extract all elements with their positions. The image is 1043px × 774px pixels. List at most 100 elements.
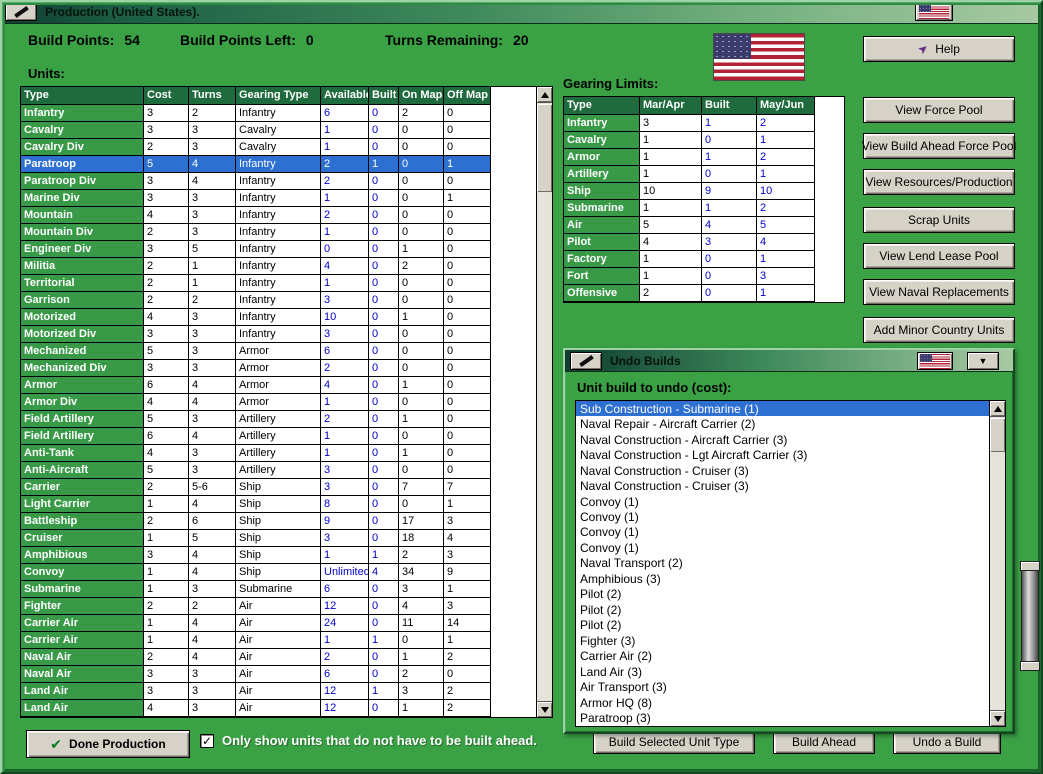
units-row[interactable]: Engineer Div 3 5 Infantry 0 0 1 0 bbox=[21, 241, 552, 258]
undo-list-item[interactable]: Naval Construction - Aircraft Carrier (3… bbox=[576, 432, 989, 447]
units-row[interactable]: Mountain Div 2 3 Infantry 1 0 0 0 bbox=[21, 224, 552, 241]
units-row[interactable]: Carrier Air 1 4 Air 1 1 0 1 bbox=[21, 632, 552, 649]
done-production-button[interactable]: ✔ Done Production bbox=[26, 730, 190, 758]
undo-collapse-button[interactable]: ▼ bbox=[967, 352, 999, 370]
side-button-view-naval-replacements[interactable]: View Naval Replacements bbox=[863, 279, 1015, 305]
units-cell: 0 bbox=[444, 224, 491, 241]
undo-list-item[interactable]: Paratroop (3) bbox=[576, 710, 989, 725]
undo-list-item[interactable]: Naval Transport (2) bbox=[576, 556, 989, 571]
units-row[interactable]: Field Artillery 6 4 Artillery 1 0 0 0 bbox=[21, 428, 552, 445]
units-cell: Ship bbox=[236, 513, 321, 530]
undo-list-item[interactable]: Carrier Air (2) bbox=[576, 649, 989, 664]
units-row[interactable]: Paratroop 5 4 Infantry 2 1 0 1 bbox=[21, 156, 552, 173]
units-cell: 34 bbox=[399, 564, 444, 581]
undo-list-item[interactable]: Convoy (1) bbox=[576, 509, 989, 524]
undo-list-item[interactable]: Convoy (1) bbox=[576, 540, 989, 555]
units-row[interactable]: Cruiser 1 5 Ship 3 0 18 4 bbox=[21, 530, 552, 547]
units-row[interactable]: Garrison 2 2 Infantry 3 0 0 0 bbox=[21, 292, 552, 309]
units-row[interactable]: Anti-Aircraft 5 3 Artillery 3 0 0 0 bbox=[21, 462, 552, 479]
undo-scrollbar[interactable] bbox=[989, 401, 1005, 726]
units-row[interactable]: Fighter 2 2 Air 12 0 4 3 bbox=[21, 598, 552, 615]
side-button-view-lend-lease-pool[interactable]: View Lend Lease Pool bbox=[863, 243, 1015, 269]
units-cell: 0 bbox=[444, 241, 491, 258]
units-row[interactable]: Carrier Air 1 4 Air 24 0 11 14 bbox=[21, 615, 552, 632]
units-row[interactable]: Submarine 1 3 Submarine 6 0 3 1 bbox=[21, 581, 552, 598]
undo-list-item[interactable]: Naval Repair - Aircraft Carrier (2) bbox=[576, 416, 989, 431]
units-cell: Infantry bbox=[236, 275, 321, 292]
units-row[interactable]: Marine Div 3 3 Infantry 1 0 0 1 bbox=[21, 190, 552, 207]
side-button-view-build-ahead-force-pool[interactable]: View Build Ahead Force Pool bbox=[862, 133, 1016, 159]
units-cell: 1 bbox=[444, 156, 491, 173]
units-row[interactable]: Naval Air 3 3 Air 6 0 2 0 bbox=[21, 666, 552, 683]
units-scroll-up-button[interactable] bbox=[537, 87, 552, 103]
undo-list-item[interactable]: Land Air (3) bbox=[576, 664, 989, 679]
units-cell: 2 bbox=[144, 649, 189, 666]
undo-list-item[interactable]: Air Transport (3) bbox=[576, 679, 989, 694]
units-scrollbar[interactable] bbox=[536, 87, 552, 717]
units-row[interactable]: Convoy 1 4 Ship Unlimited 4 34 9 bbox=[21, 564, 552, 581]
undo-list-item[interactable]: Convoy (1) bbox=[576, 494, 989, 509]
units-row[interactable]: Infantry 3 2 Infantry 6 0 2 0 bbox=[21, 105, 552, 122]
units-row[interactable]: Militia 2 1 Infantry 4 0 2 0 bbox=[21, 258, 552, 275]
side-button-view-resources-production[interactable]: View Resources/Production bbox=[863, 169, 1015, 195]
units-cell: 1 bbox=[369, 632, 399, 649]
units-row[interactable]: Anti-Tank 4 3 Artillery 1 0 1 0 bbox=[21, 445, 552, 462]
units-cell: 0 bbox=[321, 241, 369, 258]
units-row[interactable]: Carrier 2 5-6 Ship 3 0 7 7 bbox=[21, 479, 552, 496]
units-row[interactable]: Naval Air 2 4 Air 2 0 1 2 bbox=[21, 649, 552, 666]
units-row[interactable]: Motorized 4 3 Infantry 10 0 1 0 bbox=[21, 309, 552, 326]
undo-list-item[interactable]: Naval Construction - Cruiser (3) bbox=[576, 478, 989, 493]
units-cell: 2 bbox=[321, 649, 369, 666]
units-row[interactable]: Field Artillery 5 3 Artillery 2 0 1 0 bbox=[21, 411, 552, 428]
build-points-value: 54 bbox=[124, 32, 140, 48]
units-row[interactable]: Cavalry 3 3 Cavalry 1 0 0 0 bbox=[21, 122, 552, 139]
units-row[interactable]: Armor Div 4 4 Armor 1 0 0 0 bbox=[21, 394, 552, 411]
undo-list-item[interactable]: Amphibious (3) bbox=[576, 571, 989, 586]
units-row[interactable]: Mechanized 5 3 Armor 6 0 0 0 bbox=[21, 343, 552, 360]
gearing-cell: 5 bbox=[757, 217, 815, 234]
gearing-cell: Air bbox=[564, 217, 640, 234]
units-cell: Carrier Air bbox=[21, 632, 144, 649]
filter-checkbox[interactable]: ✓ bbox=[200, 733, 214, 748]
side-button-view-force-pool[interactable]: View Force Pool bbox=[863, 97, 1015, 123]
units-cell: 4 bbox=[189, 428, 236, 445]
units-row[interactable]: Land Air 3 3 Air 12 1 3 2 bbox=[21, 683, 552, 700]
units-cell: 1 bbox=[321, 122, 369, 139]
undo-list-item[interactable]: Fighter (3) bbox=[576, 633, 989, 648]
units-scroll-thumb[interactable] bbox=[537, 104, 552, 192]
units-cell: Convoy bbox=[21, 564, 144, 581]
units-row[interactable]: Land Air 4 3 Air 12 0 1 2 bbox=[21, 700, 552, 717]
units-cell: Militia bbox=[21, 258, 144, 275]
units-cell: 0 bbox=[399, 326, 444, 343]
units-row[interactable]: Amphibious 3 4 Ship 1 1 2 3 bbox=[21, 547, 552, 564]
gearing-cell: 1 bbox=[640, 200, 702, 217]
units-cell: 6 bbox=[321, 105, 369, 122]
undo-list-item[interactable]: Sub Construction - Submarine (1) bbox=[576, 401, 989, 417]
undo-list-item[interactable]: Naval Construction - Lgt Aircraft Carrie… bbox=[576, 447, 989, 462]
units-row[interactable]: Cavalry Div 2 3 Cavalry 1 0 0 0 bbox=[21, 139, 552, 156]
units-row[interactable]: Paratroop Div 3 4 Infantry 2 0 0 0 bbox=[21, 173, 552, 190]
undo-list-item[interactable]: Pilot (2) bbox=[576, 587, 989, 602]
side-button-add-minor-country-units[interactable]: Add Minor Country Units bbox=[863, 317, 1015, 343]
units-scroll-down-button[interactable] bbox=[537, 701, 552, 717]
units-row[interactable]: Motorized Div 3 3 Infantry 3 0 0 0 bbox=[21, 326, 552, 343]
help-button[interactable]: ➤ Help bbox=[863, 36, 1015, 62]
units-row[interactable]: Light Carrier 1 4 Ship 8 0 0 1 bbox=[21, 496, 552, 513]
undo-list-item[interactable]: Convoy (1) bbox=[576, 525, 989, 540]
undo-list-item[interactable]: Armor HQ (8) bbox=[576, 695, 989, 710]
units-row[interactable]: Territorial 2 1 Infantry 1 0 0 0 bbox=[21, 275, 552, 292]
undo-scroll-thumb[interactable] bbox=[990, 418, 1005, 452]
units-row[interactable]: Mountain 4 3 Infantry 2 0 0 0 bbox=[21, 207, 552, 224]
undo-list-item[interactable]: Naval Construction - Cruiser (3) bbox=[576, 463, 989, 478]
units-row[interactable]: Battleship 2 6 Ship 9 0 17 3 bbox=[21, 513, 552, 530]
undo-scroll-down-button[interactable] bbox=[990, 710, 1005, 726]
units-cell: Garrison bbox=[21, 292, 144, 309]
gearing-row: Pilot 4 3 4 bbox=[564, 234, 844, 251]
undo-list-item[interactable]: Pilot (2) bbox=[576, 602, 989, 617]
undo-list-item[interactable]: Pilot (2) bbox=[576, 618, 989, 633]
units-section-label: Units: bbox=[28, 66, 65, 81]
side-button-scrap-units[interactable]: Scrap Units bbox=[863, 207, 1015, 233]
units-row[interactable]: Armor 6 4 Armor 4 0 1 0 bbox=[21, 377, 552, 394]
undo-scroll-up-button[interactable] bbox=[990, 401, 1005, 417]
units-row[interactable]: Mechanized Div 3 3 Armor 2 0 0 0 bbox=[21, 360, 552, 377]
